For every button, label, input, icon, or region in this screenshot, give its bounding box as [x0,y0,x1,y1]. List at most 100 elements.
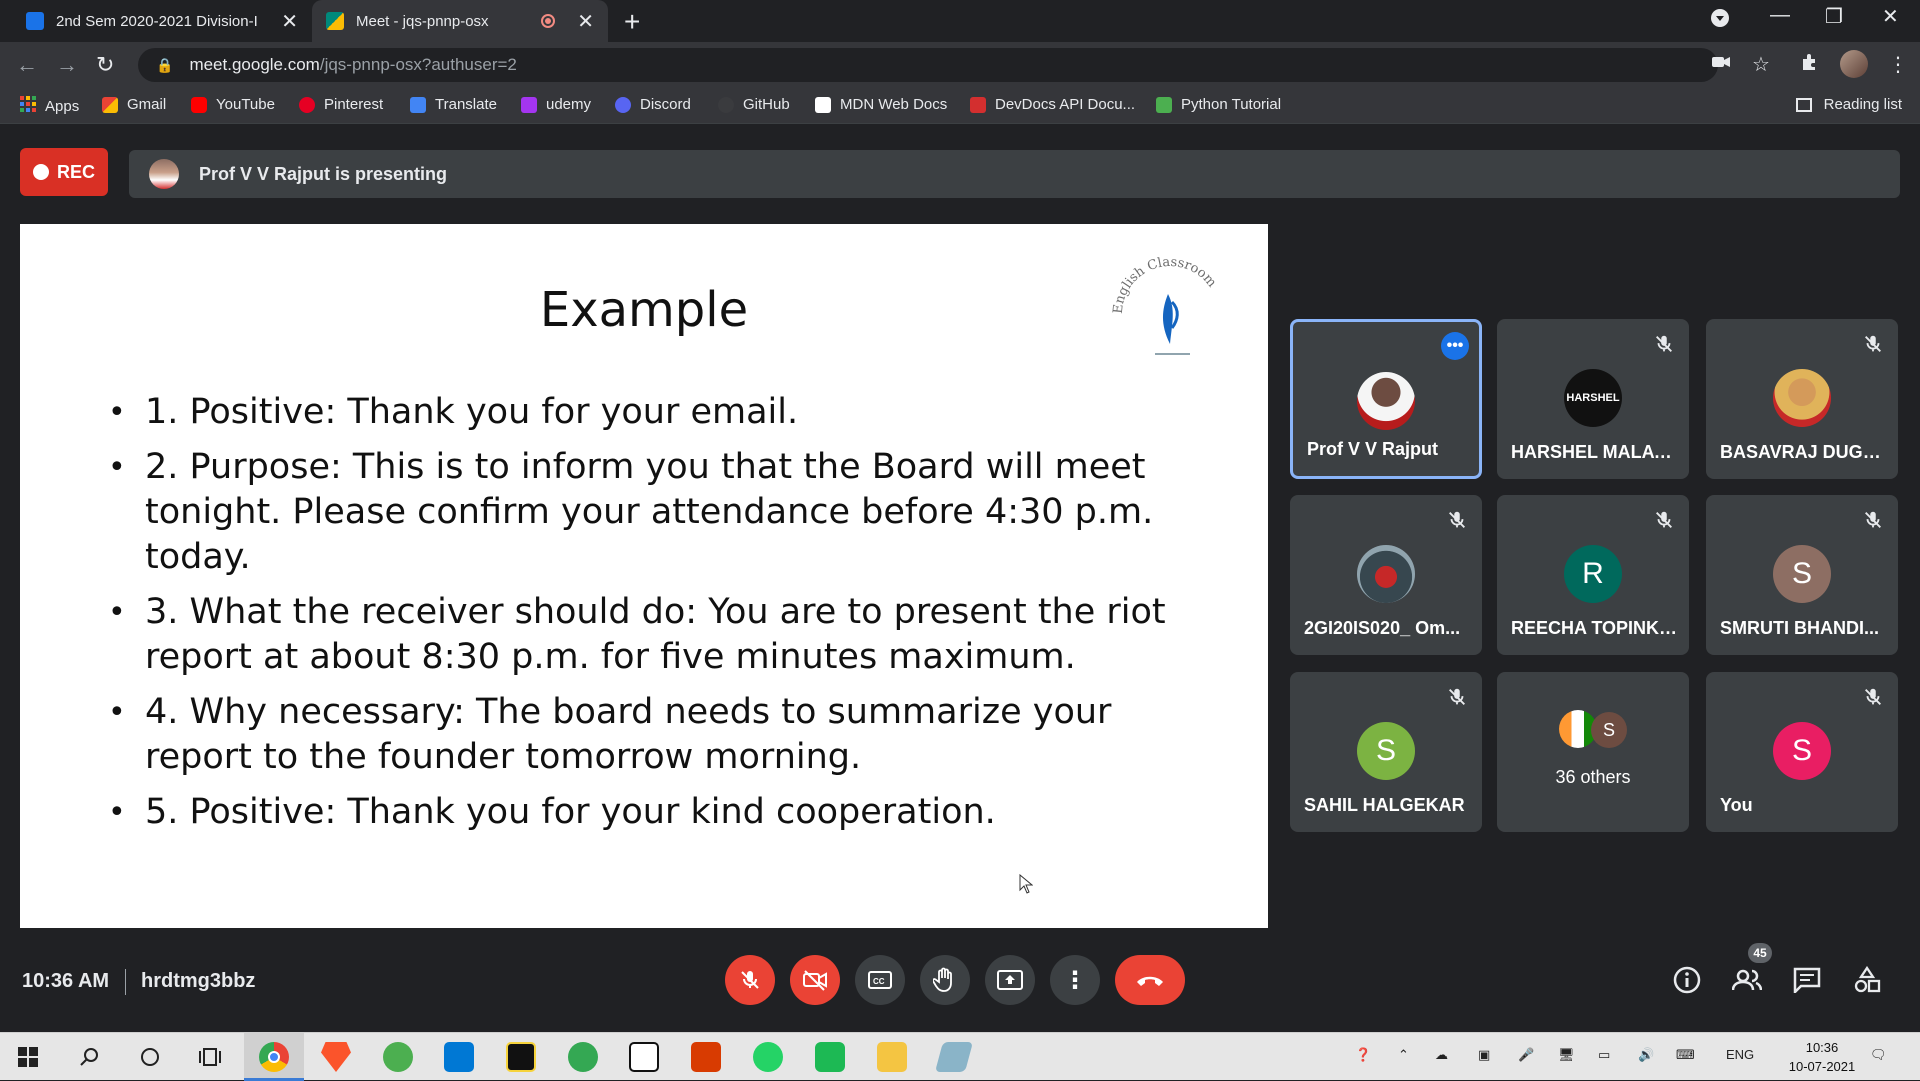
participant-tile[interactable]: R REECHA TOPINKA... [1497,495,1689,655]
mic-off-icon [741,971,759,989]
camera-toggle-button[interactable] [790,955,840,1005]
chrome-menu-icon[interactable]: ⋮ [1888,52,1908,77]
file-explorer-icon[interactable] [877,1042,907,1072]
bookmark-label: YouTube [216,96,275,113]
bookmark-youtube[interactable]: YouTube [191,96,275,113]
people-button[interactable] [1732,965,1762,995]
udemy-icon [521,96,537,113]
reading-list-button[interactable]: Reading list [1795,96,1902,113]
mic-off-icon [1865,335,1881,352]
recording-label: REC [56,161,95,182]
participant-tile[interactable]: HARSHEL HARSHEL MALAW... [1497,319,1689,479]
notion-icon[interactable] [629,1042,659,1072]
participant-tile[interactable]: 2GI20IS020_ Om... [1290,495,1482,655]
participant-tile[interactable]: ••• Prof V V Rajput [1290,319,1482,479]
camera-in-use-icon[interactable] [1712,52,1730,75]
close-tab-icon[interactable]: ✕ [281,9,298,34]
meeting-details-button[interactable] [1672,965,1702,995]
taskbar-clock[interactable]: 10:36 10-07-2021 [1782,1038,1862,1076]
more-options-icon[interactable]: ••• [1441,332,1469,360]
tab-search-icon[interactable] [1710,8,1730,34]
network-icon[interactable]: 🖥 [1558,1047,1575,1063]
bookmark-star-icon[interactable]: ☆ [1752,52,1770,77]
self-tile[interactable]: S You [1706,672,1898,832]
close-window-icon[interactable]: ✕ [1882,4,1899,29]
vscode-icon[interactable] [444,1042,474,1072]
bookmark-gmail[interactable]: Gmail [102,96,166,113]
atom-icon[interactable] [383,1042,413,1072]
bookmark-translate[interactable]: Translate [410,96,497,113]
forward-icon[interactable]: → [56,52,78,78]
others-tile[interactable]: S 36 others [1497,672,1689,832]
mic-toggle-button[interactable] [725,955,775,1005]
cortana-icon[interactable] [136,1043,164,1071]
notifications-icon[interactable]: 🗨 [1870,1047,1887,1063]
hand-icon [933,967,952,992]
participant-tile[interactable]: S SMRUTI BHANDI... [1706,495,1898,655]
bookmark-python-tutorial[interactable]: Python Tutorial [1156,96,1281,113]
reload-icon[interactable]: ↻ [96,52,114,78]
bookmark-devdocs[interactable]: DevDocs API Docu... [970,96,1135,113]
office-icon[interactable] [691,1042,721,1072]
bookmark-github[interactable]: GitHub [718,96,790,113]
activities-button[interactable] [1852,965,1882,995]
pinterest-icon [299,96,315,113]
present-now-button[interactable] [985,955,1035,1005]
slide-bullet: 2. Purpose: This is to inform you that t… [92,445,1212,580]
brave-icon[interactable] [321,1042,351,1072]
extensions-icon[interactable] [1800,52,1820,78]
bookmark-apps[interactable]: Apps [20,96,79,116]
pycharm-icon[interactable] [506,1042,536,1072]
whatsapp-icon[interactable] [753,1042,783,1072]
more-options-button[interactable]: ⋮ [1050,955,1100,1005]
captions-button[interactable]: CC [855,955,905,1005]
maps-icon[interactable] [568,1042,598,1072]
meeting-time: 10:36 AM [22,970,110,992]
others-count-label: 36 others [1555,767,1631,787]
bookmark-mdn[interactable]: MDN Web Docs [815,96,947,113]
participant-avatar: S [1773,722,1831,780]
participant-name: REECHA TOPINKA... [1511,618,1679,638]
camera-off-icon [803,970,827,991]
bookmark-discord[interactable]: Discord [615,96,691,113]
chat-button[interactable] [1792,965,1822,995]
translate-icon [410,96,426,113]
snipping-tool-icon[interactable] [934,1042,974,1072]
task-view-icon[interactable] [196,1043,224,1071]
participant-name: BASAVRAJ DUGA... [1720,442,1888,462]
address-bar[interactable]: 🔒 meet.google.com /jqs-pnnp-osx?authuser… [138,48,1718,82]
keyboard-icon[interactable]: ⌨ [1676,1047,1695,1063]
spotify-icon[interactable] [815,1042,845,1072]
bookmark-label: Discord [640,96,691,113]
search-icon[interactable] [75,1043,103,1071]
camera-tray-icon[interactable]: ▣ [1478,1047,1490,1063]
restore-icon[interactable]: ❐ [1825,4,1843,29]
minimize-icon[interactable]: — [1770,4,1790,27]
back-icon[interactable]: ← [16,52,38,78]
tab-classroom[interactable]: 2nd Sem 2020-2021 Division-I ✕ [12,0,312,42]
windows-start-icon[interactable] [14,1043,42,1071]
volume-icon[interactable]: 🔊 [1638,1047,1654,1063]
bookmark-udemy[interactable]: udemy [521,96,591,113]
bookmark-label: MDN Web Docs [840,96,948,113]
leave-call-button[interactable] [1115,955,1185,1005]
raise-hand-button[interactable] [920,955,970,1005]
close-tab-icon[interactable]: ✕ [577,9,594,34]
tab-meet[interactable]: Meet - jqs-pnnp-osx ✕ [312,0,608,42]
bookmark-pinterest[interactable]: Pinterest [299,96,383,113]
taskbar-date: 10-07-2021 [1788,1059,1856,1074]
slide-bullet: 5. Positive: Thank you for your kind coo… [92,790,1212,835]
help-icon[interactable]: ❓ [1355,1047,1371,1063]
lock-icon[interactable]: 🔒 [156,57,173,74]
participant-tile[interactable]: S SAHIL HALGEKAR [1290,672,1482,832]
language-indicator[interactable]: ENG [1726,1047,1754,1062]
battery-icon[interactable]: ▭ [1598,1047,1610,1063]
participant-tile[interactable]: BASAVRAJ DUGA... [1706,319,1898,479]
show-hidden-icons-icon[interactable]: ⌃ [1398,1047,1409,1063]
onedrive-icon[interactable]: ☁ [1435,1047,1448,1063]
new-tab-button[interactable]: + [624,6,640,38]
presenting-text: Prof V V Rajput is presenting [199,163,448,184]
profile-avatar[interactable] [1840,50,1868,78]
taskbar-chrome-active[interactable] [244,1033,304,1081]
microphone-tray-icon[interactable]: 🎤 [1518,1047,1534,1063]
